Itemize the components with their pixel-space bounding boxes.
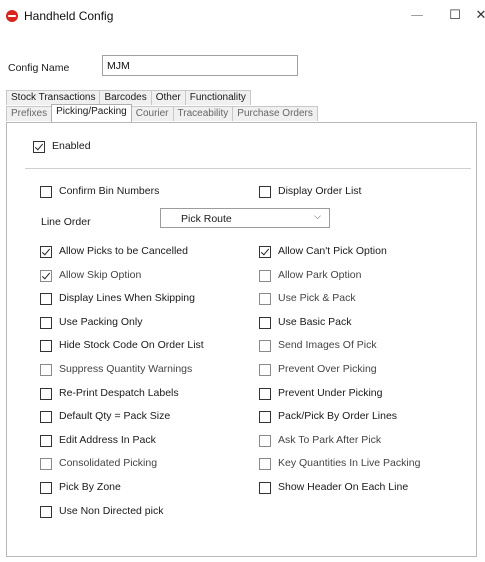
- tab-other[interactable]: Other: [150, 90, 186, 105]
- default-qty-checkbox[interactable]: [40, 411, 52, 423]
- show-header-label: Show Header On Each Line: [278, 481, 409, 493]
- default-qty-label: Default Qty = Pack Size: [59, 410, 171, 422]
- pack-by-order-checkbox[interactable]: [259, 411, 271, 423]
- line-order-value: Pick Route: [181, 213, 232, 225]
- tab-barcodes[interactable]: Barcodes: [99, 90, 152, 105]
- tab-stock-transactions[interactable]: Stock Transactions: [6, 90, 101, 105]
- hide-stock-code-checkbox[interactable]: [40, 340, 52, 352]
- enabled-checkbox[interactable]: [33, 141, 45, 153]
- tab-row-bottom: Prefixes Picking/Packing Courier Traceab…: [6, 104, 318, 122]
- allow-skip-checkbox[interactable]: [40, 270, 52, 282]
- send-images-checkbox[interactable]: [259, 340, 271, 352]
- suppress-qty-checkbox[interactable]: [40, 364, 52, 376]
- confirm-bin-label: Confirm Bin Numbers: [59, 185, 160, 197]
- edit-address-checkbox[interactable]: [40, 435, 52, 447]
- tab-functionality[interactable]: Functionality: [184, 90, 251, 105]
- key-quantities-label: Key Quantities In Live Packing: [278, 457, 421, 469]
- confirm-bin-checkbox[interactable]: [40, 186, 52, 198]
- ask-to-park-checkbox[interactable]: [259, 435, 271, 447]
- key-quantities-checkbox[interactable]: [259, 458, 271, 470]
- display-order-list-checkbox[interactable]: [259, 186, 271, 198]
- hide-stock-code-label: Hide Stock Code On Order List: [59, 339, 204, 351]
- tab-courier[interactable]: Courier: [130, 106, 174, 121]
- line-order-label: Line Order: [41, 216, 91, 228]
- allow-park-checkbox[interactable]: [259, 270, 271, 282]
- send-images-label: Send Images Of Pick: [278, 339, 377, 351]
- minimize-button[interactable]: —: [402, 6, 432, 26]
- use-basic-pack-label: Use Basic Pack: [278, 316, 352, 328]
- chevron-down-icon: ⌵: [314, 212, 321, 222]
- allow-park-label: Allow Park Option: [278, 269, 362, 281]
- pick-by-zone-checkbox[interactable]: [40, 482, 52, 494]
- pack-by-order-label: Pack/Pick By Order Lines: [278, 410, 398, 422]
- use-basic-pack-checkbox[interactable]: [259, 317, 271, 329]
- use-pick-pack-checkbox[interactable]: [259, 293, 271, 305]
- allow-skip-label: Allow Skip Option: [59, 269, 142, 281]
- display-lines-skipping-label: Display Lines When Skipping: [59, 292, 195, 304]
- non-directed-checkbox[interactable]: [40, 506, 52, 518]
- options-separator: [25, 168, 471, 169]
- tab-picking-packing[interactable]: Picking/Packing: [51, 104, 132, 122]
- window-title: Handheld Config: [24, 9, 114, 23]
- handheld-config-window: Handheld Config — ☐ ✕ Config Name Stock …: [0, 0, 485, 561]
- use-packing-only-label: Use Packing Only: [59, 316, 143, 328]
- display-order-list-label: Display Order List: [278, 185, 362, 197]
- tab-purchase-orders[interactable]: Purchase Orders: [232, 106, 318, 121]
- pick-by-zone-label: Pick By Zone: [59, 481, 121, 493]
- use-packing-only-checkbox[interactable]: [40, 317, 52, 329]
- title-bar: Handheld Config — ☐ ✕: [0, 0, 485, 34]
- prevent-over-checkbox[interactable]: [259, 364, 271, 376]
- consolidated-label: Consolidated Picking: [59, 457, 158, 469]
- show-header-checkbox[interactable]: [259, 482, 271, 494]
- config-name-label: Config Name: [8, 62, 70, 74]
- tab-prefixes[interactable]: Prefixes: [6, 106, 53, 121]
- app-icon: [6, 10, 18, 22]
- prevent-under-checkbox[interactable]: [259, 388, 271, 400]
- consolidated-checkbox[interactable]: [40, 458, 52, 470]
- suppress-qty-label: Suppress Quantity Warnings: [59, 363, 193, 375]
- prevent-over-label: Prevent Over Picking: [278, 363, 377, 375]
- enabled-label: Enabled: [52, 140, 91, 152]
- reprint-labels-label: Re-Print Despatch Labels: [59, 387, 179, 399]
- reprint-labels-checkbox[interactable]: [40, 388, 52, 400]
- edit-address-label: Edit Address In Pack: [59, 434, 156, 446]
- use-pick-pack-label: Use Pick & Pack: [278, 292, 356, 304]
- allow-cant-pick-label: Allow Can't Pick Option: [278, 245, 387, 257]
- allow-picks-cancelled-checkbox[interactable]: [40, 246, 52, 258]
- close-button[interactable]: ✕: [466, 6, 485, 26]
- ask-to-park-label: Ask To Park After Pick: [278, 434, 382, 446]
- tab-traceability[interactable]: Traceability: [172, 106, 234, 121]
- config-name-input[interactable]: [102, 55, 298, 76]
- prevent-under-label: Prevent Under Picking: [278, 387, 383, 399]
- line-order-select[interactable]: Pick Route ⌵: [160, 208, 330, 228]
- allow-picks-cancelled-label: Allow Picks to be Cancelled: [59, 245, 188, 257]
- allow-cant-pick-checkbox[interactable]: [259, 246, 271, 258]
- non-directed-label: Use Non Directed pick: [59, 505, 164, 517]
- display-lines-skipping-checkbox[interactable]: [40, 293, 52, 305]
